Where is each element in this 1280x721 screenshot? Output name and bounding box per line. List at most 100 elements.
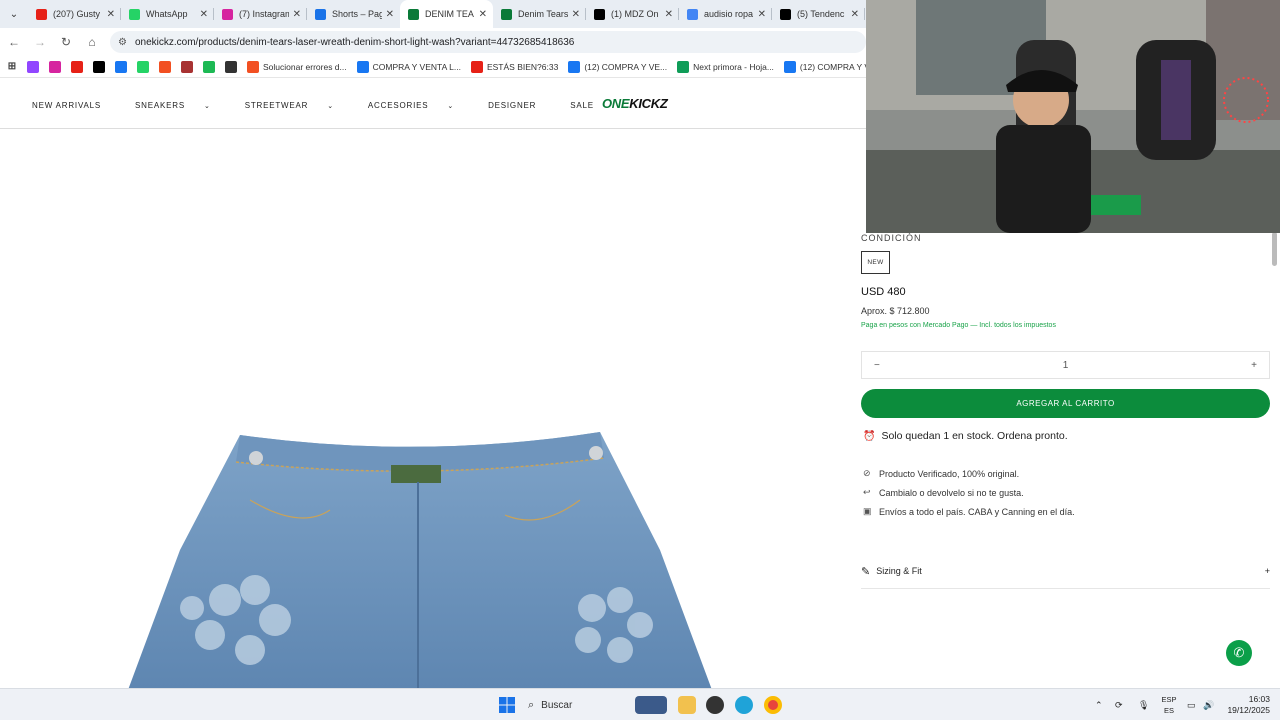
- condition-option-new[interactable]: NEW: [861, 251, 890, 274]
- tab-title: WhatsApp: [146, 9, 188, 19]
- bookmark-item[interactable]: [181, 60, 197, 73]
- tray-chevron-icon[interactable]: ⌃: [1095, 689, 1103, 721]
- youtube-icon: [470, 60, 483, 73]
- widget-news-icon[interactable]: [635, 696, 667, 714]
- chrome-icon[interactable]: [764, 696, 782, 714]
- search-placeholder: Buscar: [541, 699, 573, 711]
- browser-tab[interactable]: Denim Tears ✕: [493, 0, 586, 28]
- feature-item: ▣ Envíos a todo el país. CABA y Canning …: [863, 506, 1075, 517]
- bookmark-item[interactable]: [49, 60, 65, 73]
- bookmark-item[interactable]: ESTÁS BIEN?6:33: [470, 60, 559, 73]
- edge-icon[interactable]: [735, 696, 753, 714]
- network-sync-icon[interactable]: ⟳: [1115, 689, 1123, 721]
- webcam-feed-image: [866, 0, 1280, 233]
- address-bar[interactable]: ⚙ onekickz.com/products/denim-tears-lase…: [110, 31, 866, 53]
- bookmark-item[interactable]: [137, 60, 153, 73]
- nav-item[interactable]: DESIGNER: [488, 101, 553, 110]
- browser-tab[interactable]: (1) MDZ On ✕: [586, 0, 679, 28]
- browser-tab[interactable]: DENIM TEA ✕: [400, 0, 493, 28]
- app-icon: [181, 60, 193, 73]
- instagram-icon: [49, 60, 61, 73]
- alarm-clock-icon: ⏰: [863, 430, 876, 442]
- reload-button[interactable]: ↻: [54, 30, 78, 54]
- browser-tab[interactable]: (5) Tendenc ✕: [772, 0, 865, 28]
- clock-time: 16:03: [1248, 694, 1270, 704]
- site-header: NEW ARRIVALS SNEAKERS ⌄ STREETWEAR ⌄ ACCESORI…: [0, 79, 866, 129]
- bookmark-item[interactable]: [93, 60, 109, 73]
- twitch-icon: [27, 60, 39, 73]
- browser-tab[interactable]: (207) Gusty ✕: [28, 0, 121, 28]
- nav-item[interactable]: SNEAKERS ⌄: [135, 101, 228, 110]
- browser-tab[interactable]: (7) Instagram ✕: [214, 0, 307, 28]
- nav-item[interactable]: NEW ARRIVALS: [32, 101, 118, 110]
- bookmark-item[interactable]: [159, 60, 175, 73]
- nav-label: STREETWEAR: [244, 101, 309, 110]
- back-button[interactable]: ←: [2, 30, 26, 54]
- close-tab-icon[interactable]: ✕: [293, 9, 301, 20]
- volume-icon[interactable]: 🔊: [1203, 689, 1214, 721]
- system-clock[interactable]: 16:03 19/12/2025: [1222, 694, 1270, 716]
- apps-grid-icon[interactable]: ⊞: [6, 61, 18, 73]
- bookmark-item[interactable]: Solucionar errores d...: [247, 60, 347, 73]
- close-tab-icon[interactable]: ✕: [107, 9, 115, 20]
- close-tab-icon[interactable]: ✕: [479, 9, 487, 20]
- bookmark-label: ESTÁS BIEN?6:33: [486, 61, 559, 72]
- close-tab-icon[interactable]: ✕: [200, 9, 208, 20]
- instagram-icon: [222, 8, 233, 20]
- windows-start-icon[interactable]: [499, 697, 515, 713]
- close-tab-icon[interactable]: ✕: [665, 9, 673, 20]
- language-indicator[interactable]: ESP ES: [1160, 694, 1178, 716]
- condition-label: CONDICIÓN: [861, 233, 922, 243]
- box-icon: ▣: [863, 506, 872, 516]
- whatsapp-chat-button[interactable]: ✆: [1226, 640, 1252, 666]
- app-icon[interactable]: [706, 696, 724, 714]
- url-text: onekickz.com/products/denim-tears-laser-…: [134, 36, 575, 48]
- bookmark-item[interactable]: (12) COMPRA Y VE...: [568, 60, 667, 73]
- forward-button[interactable]: →: [28, 30, 52, 54]
- feature-text: Cambialo o devolvelo si no te gusta.: [879, 487, 1024, 498]
- close-tab-icon[interactable]: ✕: [572, 9, 580, 20]
- close-tab-icon[interactable]: ✕: [851, 9, 859, 20]
- file-explorer-icon[interactable]: [678, 696, 696, 714]
- close-tab-icon[interactable]: ✕: [386, 9, 394, 20]
- ruler-icon: ✎: [861, 565, 871, 578]
- nav-item[interactable]: ACCESORIES ⌄: [368, 101, 471, 110]
- browser-tab[interactable]: audisio ropa ✕: [679, 0, 772, 28]
- bookmark-list: Solucionar errores d... COMPRA Y VENTA L.…: [27, 60, 893, 73]
- sizing-fit-accordion[interactable]: ✎ Sizing & Fit +: [861, 554, 1270, 589]
- quantity-increase-button[interactable]: +: [1251, 360, 1257, 371]
- nav-item[interactable]: STREETWEAR ⌄: [245, 101, 351, 110]
- search-icon: ⌕: [528, 698, 535, 711]
- payment-note: Paga en pesos con Mercado Pago — Incl. t…: [861, 322, 1056, 329]
- chevron-down-icon: ⌄: [327, 103, 334, 110]
- home-button[interactable]: ⌂: [80, 30, 104, 54]
- clock-date: 19/12/2025: [1227, 705, 1270, 715]
- browser-tab[interactable]: Shorts – Pag ✕: [307, 0, 400, 28]
- site-logo[interactable]: ONEKICKZ: [602, 96, 668, 111]
- microsoft-icon: [159, 60, 171, 73]
- approx-price: Aprox. $ 712.800: [861, 306, 930, 316]
- product-image[interactable]: [0, 130, 866, 688]
- quantity-value[interactable]: 1: [1063, 360, 1069, 371]
- bookmark-item[interactable]: [27, 60, 43, 73]
- display-icon[interactable]: ▭: [1187, 689, 1196, 721]
- tab-search-chevron-icon[interactable]: ⌄: [0, 0, 28, 28]
- bookmark-item[interactable]: [71, 60, 87, 73]
- add-to-cart-button[interactable]: AGREGAR AL CARRITO: [861, 389, 1270, 418]
- quantity-decrease-button[interactable]: −: [874, 360, 880, 371]
- bookmark-item[interactable]: [225, 60, 241, 73]
- bookmark-item[interactable]: [115, 60, 131, 73]
- x-icon: [594, 8, 605, 20]
- bookmark-item[interactable]: [203, 60, 219, 73]
- scrollbar-thumb[interactable]: [1272, 232, 1277, 266]
- bookmark-item[interactable]: Next primora - Hoja...: [677, 60, 774, 73]
- bookmark-item[interactable]: COMPRA Y VENTA L...: [356, 60, 461, 73]
- microphone-icon[interactable]: 🎙: [1138, 689, 1149, 721]
- browser-tab[interactable]: WhatsApp ✕: [121, 0, 214, 28]
- site-info-icon[interactable]: ⚙: [118, 37, 127, 48]
- close-tab-icon[interactable]: ✕: [758, 9, 766, 20]
- nav-label: SNEAKERS: [135, 101, 186, 110]
- expand-plus-icon[interactable]: +: [1265, 566, 1270, 576]
- nav-label: NEW ARRIVALS: [32, 101, 102, 110]
- check-circle-icon: ⊘: [863, 468, 871, 478]
